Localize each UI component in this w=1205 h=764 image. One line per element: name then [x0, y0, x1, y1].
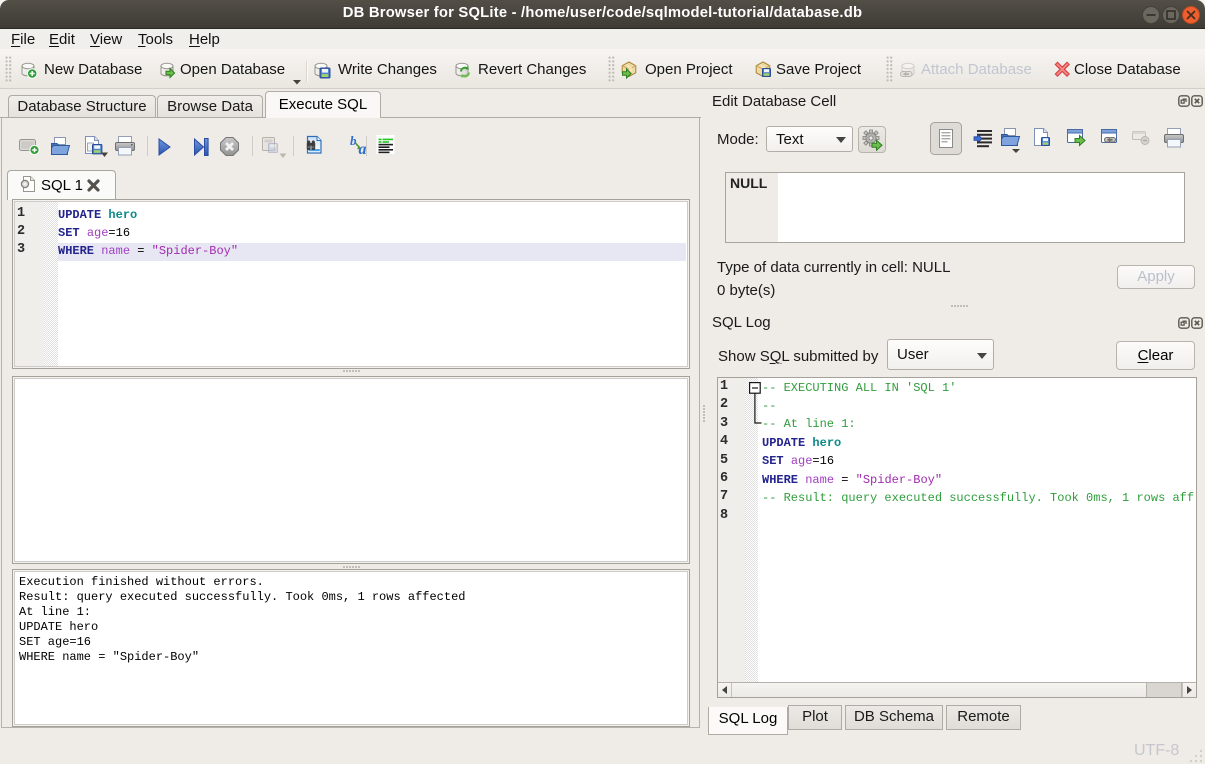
svg-text:b: b [350, 133, 357, 148]
svg-text:a: a [359, 141, 367, 158]
